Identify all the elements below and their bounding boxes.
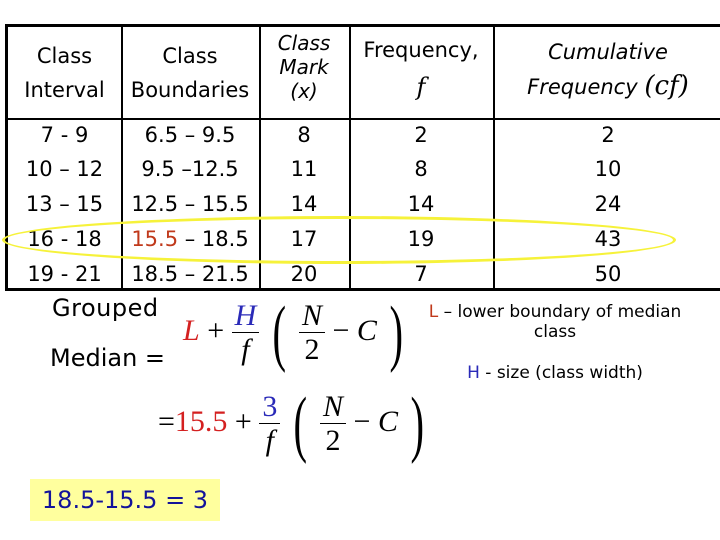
grouped-label: Grouped [52,294,159,322]
right-paren: ) [389,292,404,374]
note-L-definition: L – lower boundary of median class [405,302,705,342]
header-symbol: f [416,73,426,101]
cell-frequency: 8 [414,157,428,181]
formula-plus: + [207,313,225,347]
formula-f: f [265,423,275,457]
header-text: Interval [24,78,105,102]
formula-fraction-N-over-2: N 2 [320,390,347,458]
cell-boundaries: 12.5 – 15.5 [131,192,249,216]
formula-two: 2 [325,423,341,457]
formula-H-value: 3 [259,390,281,424]
header-text: Cumulative [548,40,668,64]
cell-frequency: 2 [414,123,428,147]
cell-mark: 14 [290,192,318,216]
formula-C: C [377,404,398,438]
header-class-mark: Class Mark (x) [259,31,349,103]
cell-boundaries: 18.5 – 21.5 [131,262,249,286]
formula-H: H [231,299,260,333]
right-paren: ) [411,383,425,465]
formula-minus: − [332,313,350,347]
cell-boundaries: 15.5 – 18.5 [121,227,259,251]
upper-boundary-value: – 18.5 [178,227,249,251]
header-text: Class [277,31,331,55]
note-L-text: – lower boundary of median [438,302,682,322]
formula-f: f [241,332,250,366]
cell-interval: 10 – 12 [25,157,104,181]
formula-plus: + [234,404,252,438]
cell-mark: 17 [290,227,318,251]
cell-mark: 11 [290,157,318,181]
left-paren: ( [293,383,307,465]
note-L-text-continued: class [533,322,577,342]
cell-cumulative: 24 [594,192,622,216]
formula-C: C [356,313,377,347]
header-text: Class [36,44,93,68]
formula-fraction-H-over-f: H f [231,299,260,367]
cell-mark: 20 [290,262,318,286]
header-text: Mark [279,55,329,79]
header-text: Boundaries [130,78,250,102]
header-cumulative-frequency: Cumulative Frequency (cf) [493,35,720,104]
header-class-boundaries: Class Boundaries [121,39,259,107]
note-H-definition: H - size (class width) [405,363,705,383]
median-formula-general: L + H f ( N 2 − C ) [183,296,409,370]
formula-fraction-N-over-2: N 2 [298,299,325,367]
header-symbol: (cf) [644,71,689,101]
formula-N: N [298,299,325,333]
header-text: (x) [290,79,318,103]
median-equals-label: Median = [50,344,166,372]
lower-boundary-value: 15.5 [131,227,179,251]
class-width-calculation: 18.5-15.5 = 3 [30,479,220,521]
header-text: Frequency [527,75,638,99]
cell-frequency: 7 [414,262,428,286]
cell-cumulative: 2 [601,123,615,147]
cell-cumulative: 10 [594,157,622,181]
cell-cumulative: 50 [594,262,622,286]
formula-L: L [183,313,200,347]
cell-interval: 7 - 9 [40,123,89,147]
header-separator [8,118,720,120]
cell-frequency: 19 [407,227,435,251]
cell-cumulative: 43 [594,227,622,251]
cell-mark: 8 [297,123,311,147]
cell-interval: 19 - 21 [27,262,102,286]
note-L-symbol: L [428,302,439,322]
note-H-symbol: H [467,363,480,383]
cell-interval: 16 - 18 [27,227,102,251]
header-text: Class [162,44,218,68]
formula-two: 2 [304,332,320,366]
cell-interval: 13 – 15 [25,192,104,216]
median-formula-substituted: =15.5 + 3 f ( N 2 − C ) [158,387,430,461]
note-H-text: - size (class width) [479,363,643,383]
cell-boundaries: 6.5 – 9.5 [144,123,236,147]
formula-minus: − [353,404,371,438]
formula-N: N [320,390,347,424]
left-paren: ( [272,292,286,374]
header-class-interval: Class Interval [8,39,121,107]
cell-boundaries: 9.5 –12.5 [141,157,239,181]
formula-L-value: 15.5 [174,404,228,438]
cell-frequency: 14 [407,192,435,216]
header-frequency: Frequency, f [349,33,493,107]
formula-equals: = [158,404,175,438]
frequency-table: Class Interval Class Boundaries Class Ma… [5,24,720,291]
formula-fraction-3-over-f: 3 f [259,390,281,458]
header-text: Frequency, [363,38,479,62]
